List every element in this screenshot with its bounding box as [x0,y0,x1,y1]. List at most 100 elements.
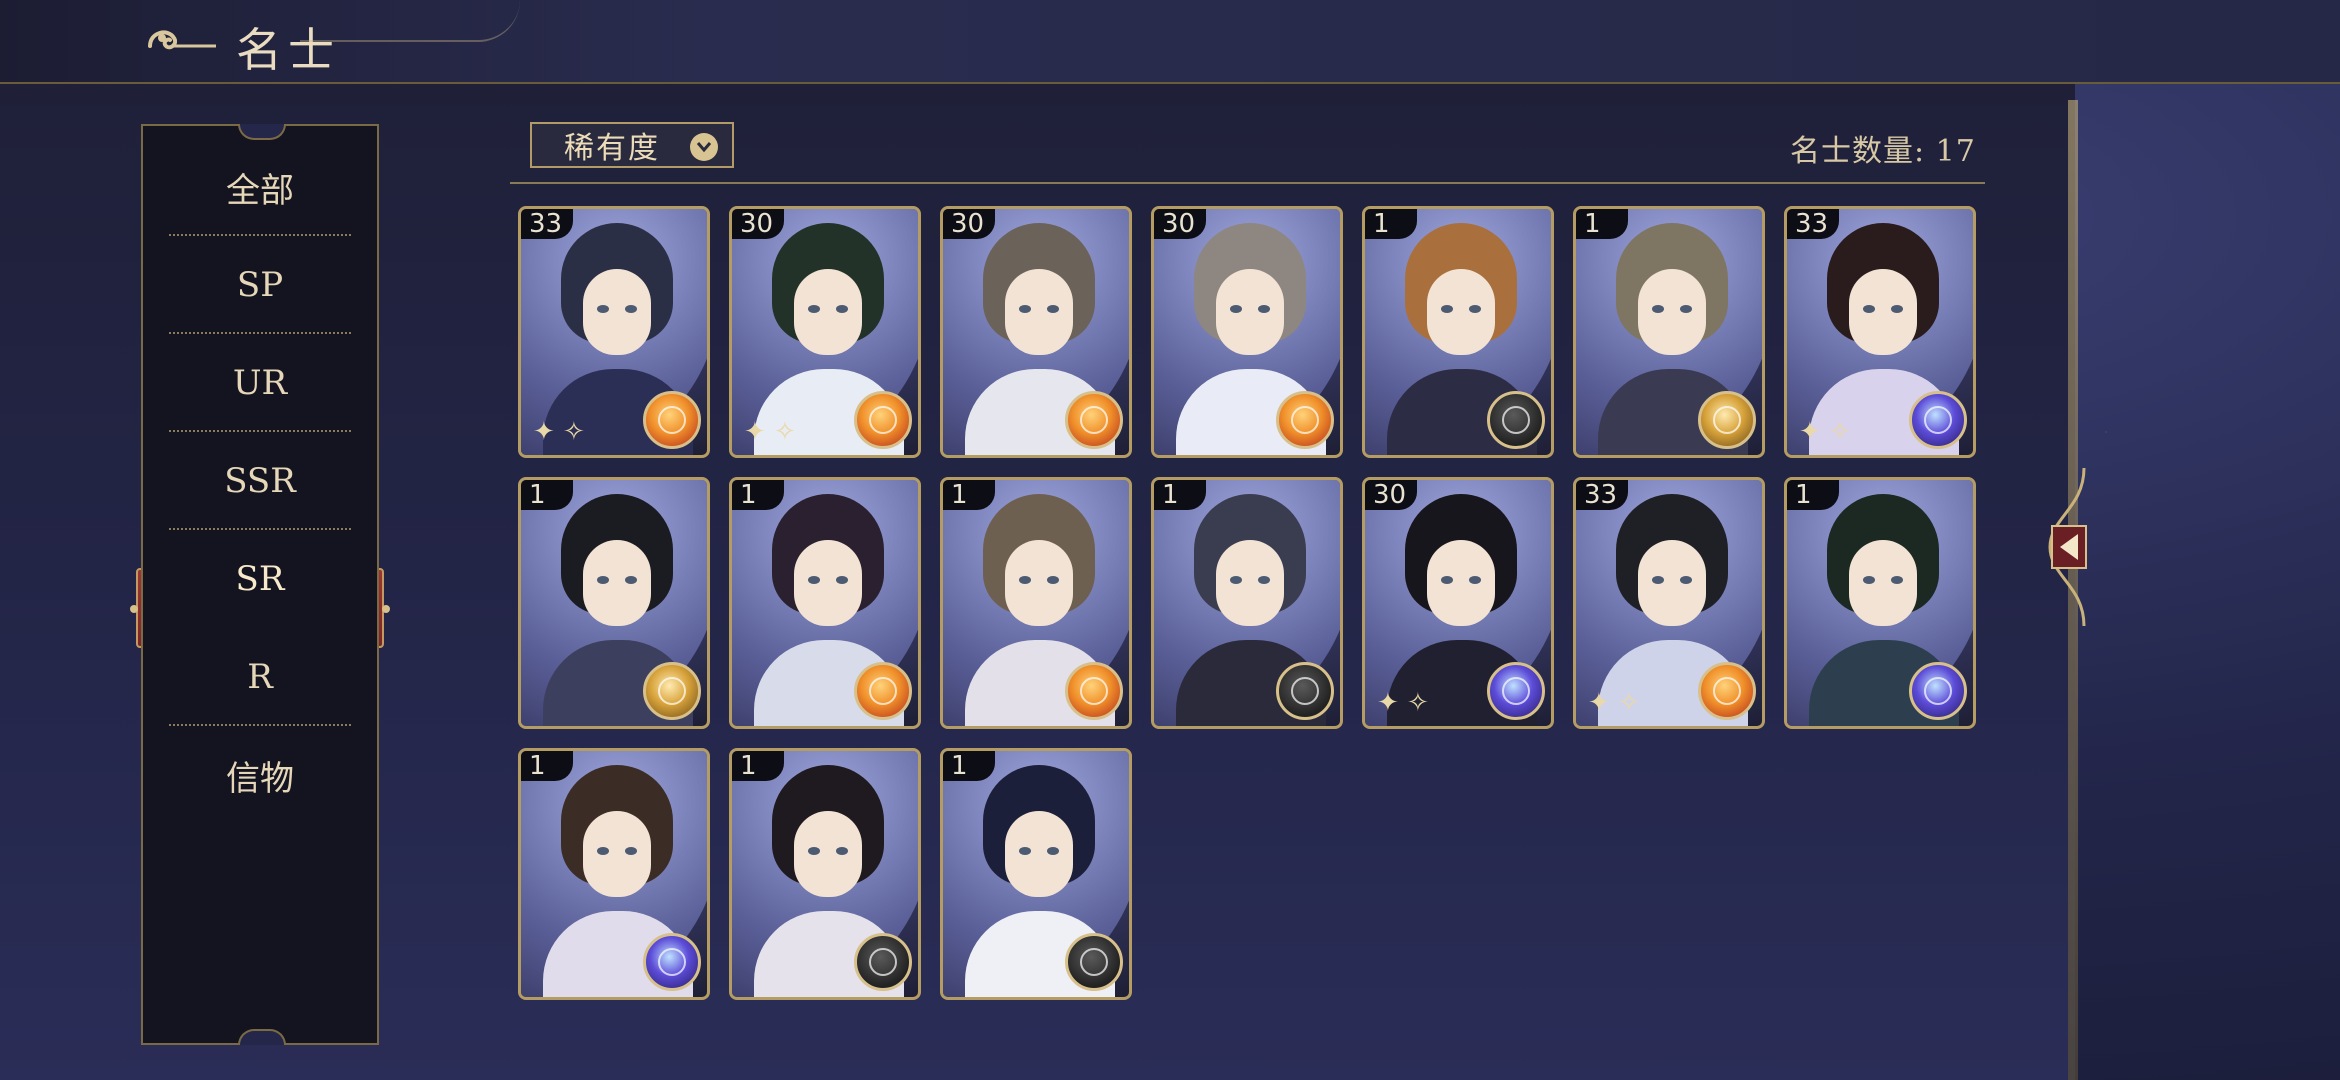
character-card[interactable]: 33 ✦ ✧ [518,206,710,458]
character-eye [1258,305,1270,313]
character-card[interactable]: 30 [1151,206,1343,458]
sun-icon [854,662,912,720]
sun-icon [1698,662,1756,720]
character-card[interactable]: 1 [729,477,921,729]
sidebar-item-ur[interactable]: UR [143,334,377,432]
badge-ring [1502,406,1530,434]
sparkle-icon: ✦ ✧ [744,417,796,447]
badge-ring [658,677,686,705]
character-eye [1019,305,1031,313]
level-badge: 33 [521,209,573,239]
character-card[interactable]: 33 ✦ ✧ [1784,206,1976,458]
character-card[interactable]: 1 [1151,477,1343,729]
character-eye [597,576,609,584]
level-badge: 1 [1787,480,1839,510]
sidebar-item-sr[interactable]: SR [143,530,377,628]
sun-icon [1065,391,1123,449]
badge-ring [1713,677,1741,705]
character-face [1638,269,1706,355]
character-eye [1469,576,1481,584]
character-card[interactable]: 1 [1784,477,1976,729]
character-eye [1891,305,1903,313]
badge-ring [658,948,686,976]
level-badge: 1 [521,480,573,510]
character-eye [1680,305,1692,313]
character-eye [1680,576,1692,584]
level-badge: 33 [1576,480,1628,510]
galaxy-icon [1909,662,1967,720]
character-card[interactable]: 1 [729,748,921,1000]
character-eye [1047,576,1059,584]
badge-ring [1713,406,1741,434]
character-face [1005,811,1073,897]
character-card[interactable]: 30 ✦ ✧ [729,206,921,458]
level-badge: 30 [1365,480,1417,510]
character-eye [625,576,637,584]
sun-icon [854,391,912,449]
character-eye [1230,305,1242,313]
character-face [794,811,862,897]
character-eye [625,305,637,313]
badge-ring [869,406,897,434]
character-eye [1441,576,1453,584]
character-card[interactable]: 1 [518,477,710,729]
level-badge: 1 [943,751,995,781]
sidebar-item-token[interactable]: 信物 [143,726,377,824]
badge-ring [1924,406,1952,434]
badge-ring [1502,677,1530,705]
character-eye [1047,305,1059,313]
character-face [1849,269,1917,355]
level-badge: 1 [943,480,995,510]
chevron-down-icon [690,133,718,161]
character-eye [625,847,637,855]
sun-icon [1065,662,1123,720]
level-badge: 1 [732,480,784,510]
level-badge: 30 [1154,209,1206,239]
level-badge: 33 [1787,209,1839,239]
character-face [1005,540,1073,626]
level-badge: 30 [943,209,995,239]
sidebar-item-sp[interactable]: SP [143,236,377,334]
character-card[interactable]: 30 [940,206,1132,458]
character-eye [808,847,820,855]
character-card[interactable]: 1 [940,748,1132,1000]
rarity-filter-dropdown[interactable]: 稀有度 [530,122,734,168]
badge-ring [869,677,897,705]
character-card[interactable]: 1 [1362,206,1554,458]
sun-icon [643,391,701,449]
character-face [583,811,651,897]
character-eye [1863,576,1875,584]
sidebar-item-ssr[interactable]: SSR [143,432,377,530]
sparkle-icon: ✦ ✧ [1799,417,1851,447]
character-eye [1258,576,1270,584]
collapse-panel-button[interactable] [2044,468,2090,626]
character-card[interactable]: 30 ✦ ✧ [1362,477,1554,729]
badge-ring [658,406,686,434]
compass-icon [1065,933,1123,991]
badge-ring [1291,406,1319,434]
page-header: 名士 [0,0,2340,84]
cloud-swirl-icon [148,30,216,50]
character-eye [808,576,820,584]
sidebar-notch [238,1029,286,1045]
character-card[interactable]: 1 [1573,206,1765,458]
character-face [794,540,862,626]
character-eye [1230,576,1242,584]
badge-ring [1924,677,1952,705]
badge-ring [1291,677,1319,705]
character-face [1849,540,1917,626]
character-card[interactable]: 33 ✦ ✧ [1573,477,1765,729]
character-face [794,269,862,355]
character-card[interactable]: 1 [518,748,710,1000]
character-face [1638,540,1706,626]
character-face [1005,269,1073,355]
galaxy-icon [1487,662,1545,720]
sparkle-icon: ✦ ✧ [1377,688,1429,718]
sidebar-item-all[interactable]: 全部 [143,138,377,236]
gold-orb-icon [1698,391,1756,449]
character-face [583,540,651,626]
character-card[interactable]: 1 [940,477,1132,729]
sidebar-item-r[interactable]: R [143,628,377,726]
character-eye [1652,576,1664,584]
level-badge: 1 [732,751,784,781]
